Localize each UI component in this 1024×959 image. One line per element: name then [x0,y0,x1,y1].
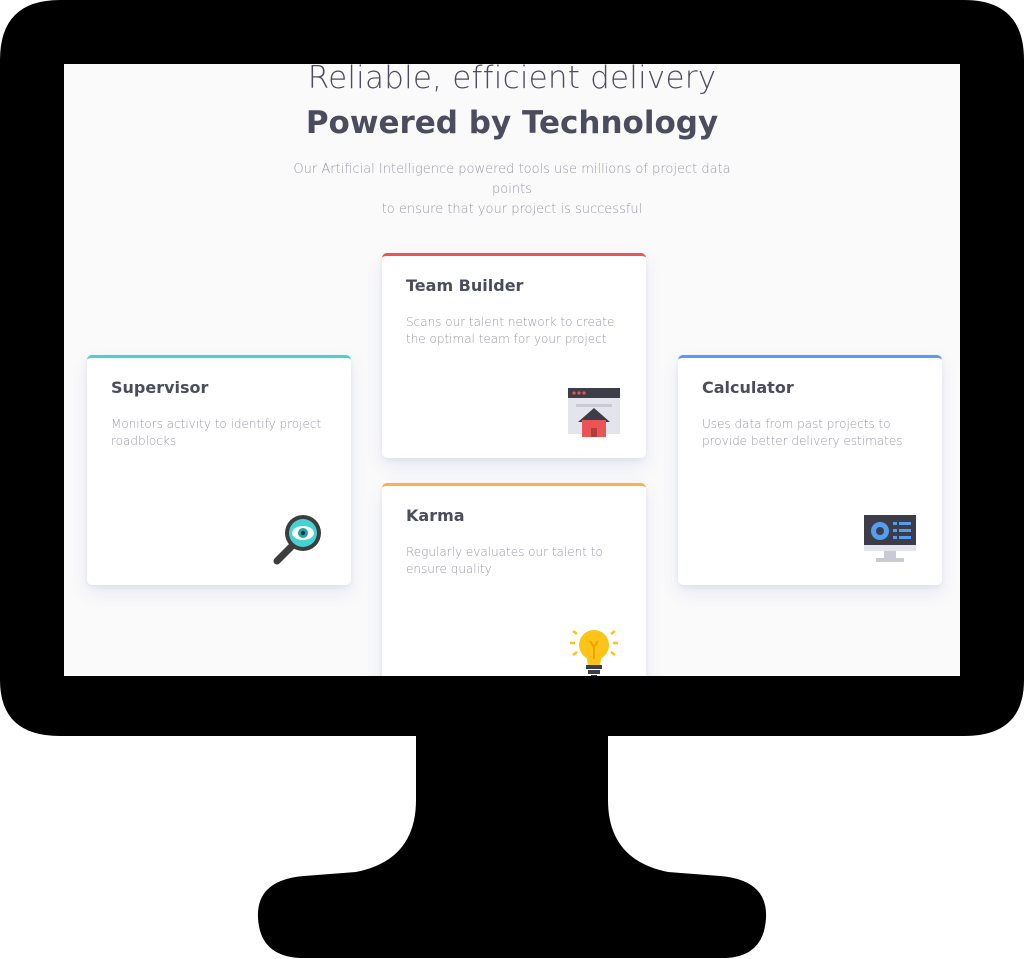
card-title: Supervisor [111,378,209,397]
intro-text: Our Artificial Intelligence powered tool… [282,160,742,220]
monitor-chart-icon [862,511,918,567]
card-karma: Karma Regularly evaluates our talent to … [382,483,646,676]
card-title: Karma [406,506,465,525]
card-description: Monitors activity to identify project ro… [111,417,322,448]
card-supervisor: Supervisor Monitors activity to identify… [87,355,351,585]
card-team-builder: Team Builder Scans our talent network to… [382,253,646,458]
lightbulb-icon [566,627,622,676]
browser-house-icon [566,384,622,440]
card-title: Team Builder [406,276,524,295]
card-description: Regularly evaluates our talent to ensure… [406,545,603,576]
card-description: Scans our talent network to create the o… [406,315,615,346]
headline-bold: Powered by Technology [305,105,719,141]
headline-light: Reliable, efficient delivery [307,64,717,96]
card-description: Uses data from past projects to provide … [702,417,903,448]
card-title: Calculator [702,378,794,397]
card-calculator: Calculator Uses data from past projects … [678,355,942,585]
intro-line-2: to ensure that your project is successfu… [381,202,643,217]
screen: Reliable, efficient delivery Powered by … [64,64,960,676]
magnifier-eye-icon [271,511,327,567]
intro-line-1: Our Artificial Intelligence powered tool… [293,162,731,197]
